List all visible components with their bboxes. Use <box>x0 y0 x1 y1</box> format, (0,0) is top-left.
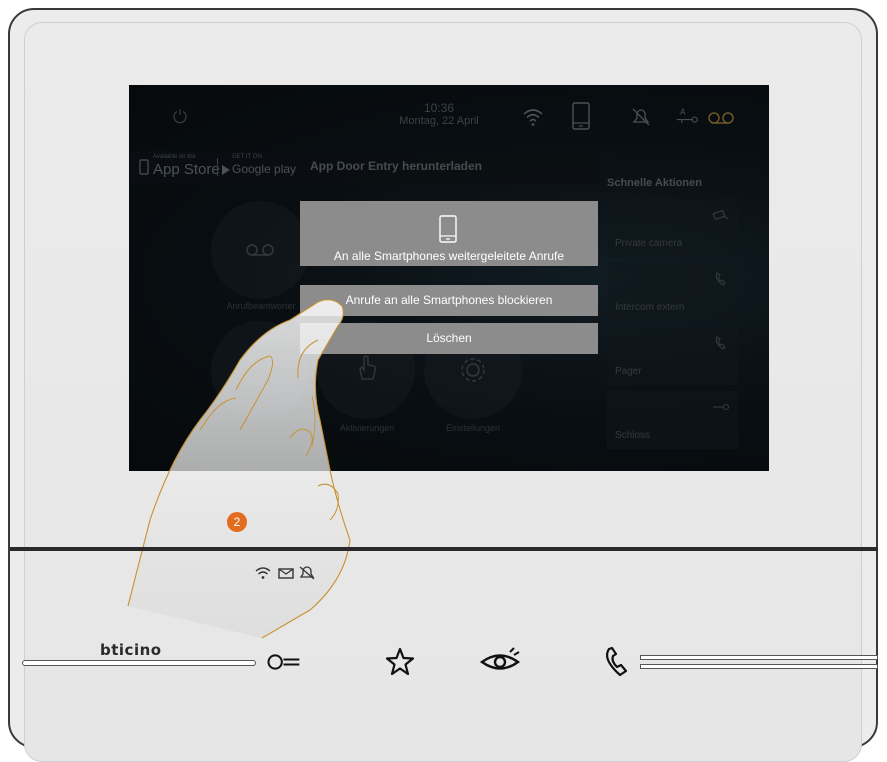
pointing-hand-illustration <box>127 299 351 639</box>
device-divider <box>10 547 878 551</box>
wifi-indicator-icon <box>255 567 271 579</box>
decorative-line-right-bottom <box>640 664 878 669</box>
step-badge: 2 <box>227 512 247 532</box>
decorative-line-right-top <box>640 655 878 660</box>
message-indicator-icon <box>278 568 294 579</box>
phone-answer-button-icon[interactable] <box>597 645 637 679</box>
brand-logo: bticino <box>100 641 162 659</box>
bell-off-indicator-icon <box>299 566 315 580</box>
door-lock-button-icon[interactable] <box>266 645 306 679</box>
star-button-icon[interactable] <box>380 645 420 679</box>
decorative-line-left <box>22 660 256 666</box>
eye-camera-button-icon[interactable] <box>476 645 524 679</box>
